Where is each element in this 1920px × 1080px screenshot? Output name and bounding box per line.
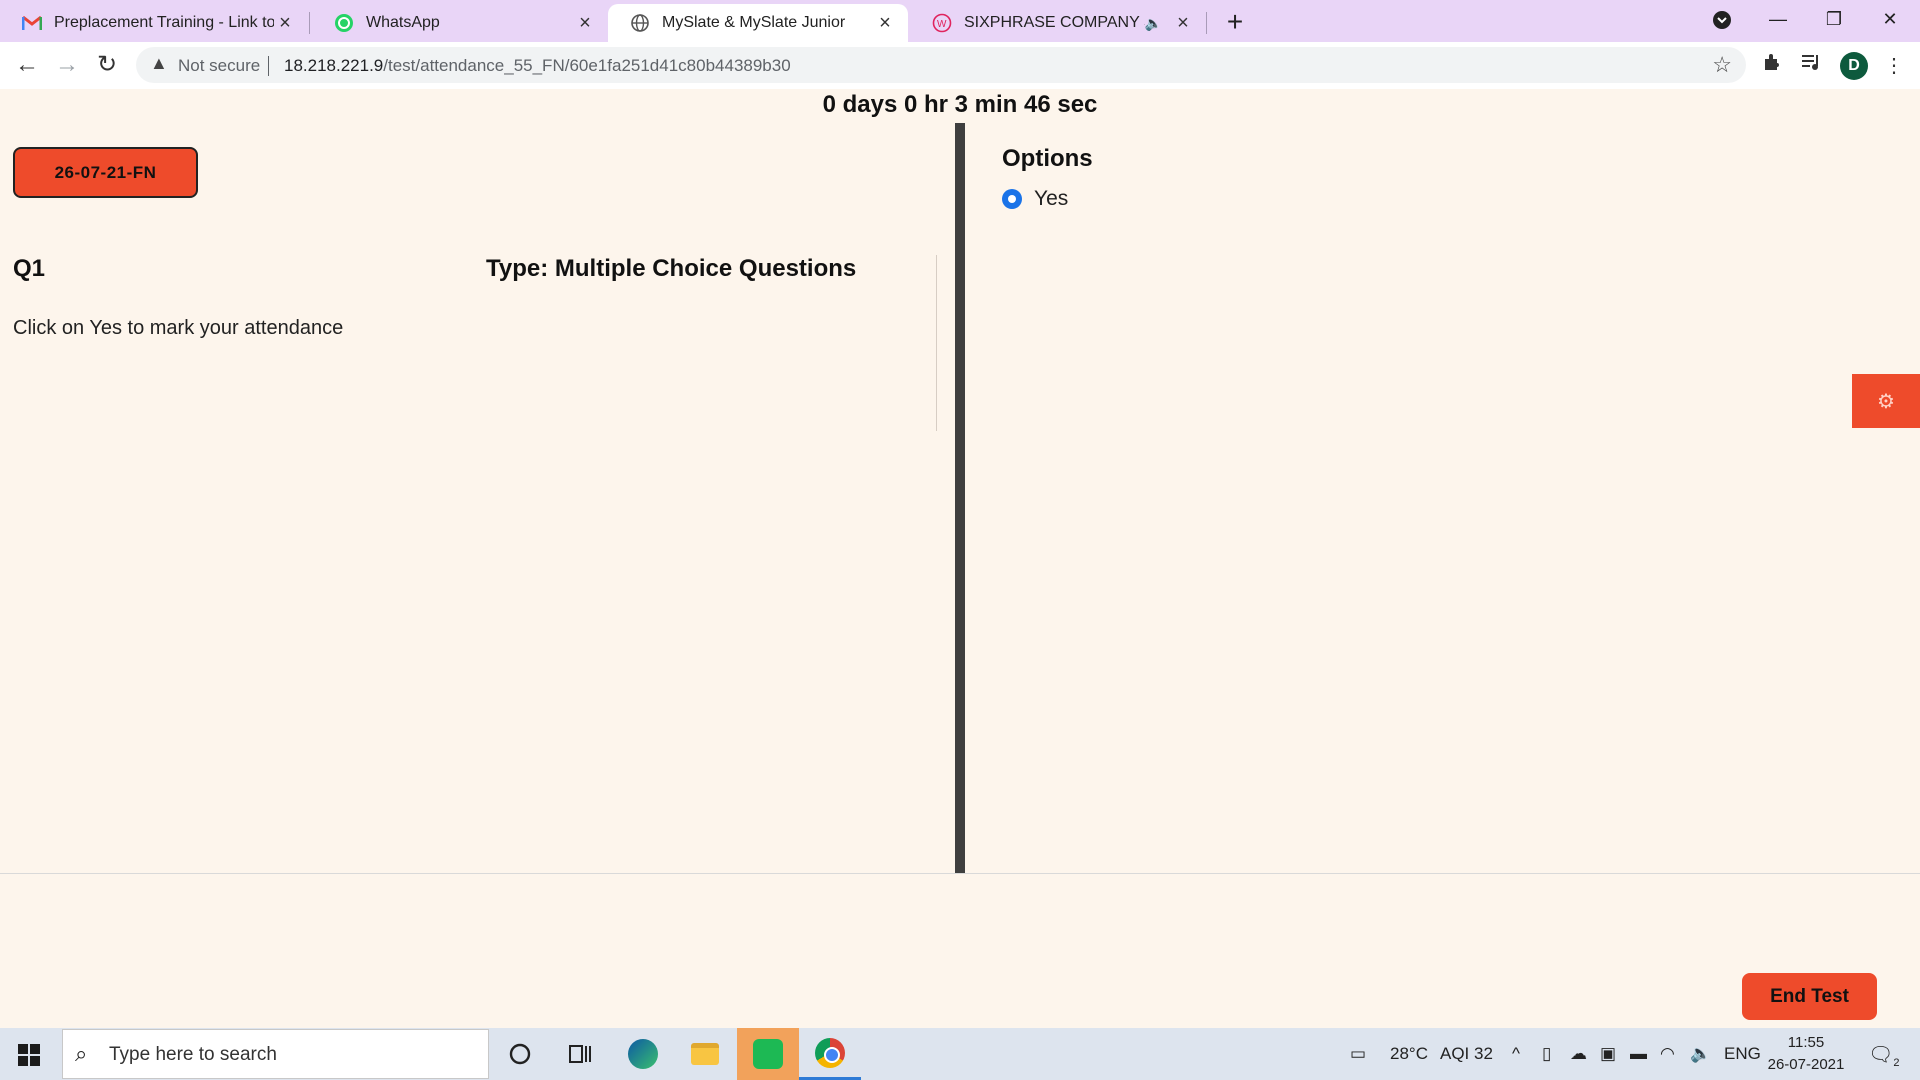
tab-title: Preplacement Training - Link to a <box>54 14 274 31</box>
minimize-icon[interactable]: — <box>1750 0 1806 40</box>
whatsapp-icon <box>334 13 354 33</box>
close-tab-icon[interactable]: × <box>274 12 296 35</box>
svg-text:W: W <box>937 19 947 30</box>
warning-icon[interactable]: ▲ <box>150 53 168 74</box>
task-view-icon[interactable] <box>549 1028 611 1080</box>
security-label[interactable]: Not secure <box>178 56 260 76</box>
option-yes[interactable]: Yes <box>1002 187 1068 211</box>
battery-icon[interactable]: ▬ <box>1630 1044 1647 1064</box>
volume-icon[interactable]: 🔈 <box>1690 1044 1711 1064</box>
close-tab-icon[interactable]: × <box>574 12 596 35</box>
settings-gear-button[interactable]: ⚙ <box>1852 374 1920 428</box>
wifi-icon[interactable]: ◠ <box>1660 1044 1675 1064</box>
close-tab-icon[interactable]: × <box>874 12 896 35</box>
option-label[interactable]: Yes <box>1034 187 1068 211</box>
close-tab-icon[interactable]: × <box>1172 12 1194 35</box>
url-host: 18.218.221.9 <box>284 56 384 75</box>
tab-separator <box>309 12 310 34</box>
tab-separator <box>1206 12 1207 34</box>
gmail-icon <box>22 13 42 33</box>
show-hidden-icons-icon[interactable]: ^ <box>1512 1044 1520 1064</box>
tab-sixphrase[interactable]: W SIXPHRASE COMPANY SPECI 🔈 × <box>910 4 1206 42</box>
url-path: /test/attendance_55_FN/60e1fa251d41c80b4… <box>383 56 791 75</box>
windows-start-icon[interactable] <box>18 1044 40 1066</box>
end-test-button[interactable]: End Test <box>1742 973 1877 1020</box>
taskbar-search-input[interactable]: ⌕ Type here to search <box>62 1029 489 1079</box>
forward-icon[interactable]: → <box>52 50 82 80</box>
question-text: Click on Yes to mark your attendance <box>13 317 344 339</box>
meet-now-icon[interactable]: ▯ <box>1542 1044 1551 1064</box>
tab-title: MySlate & MySlate Junior <box>662 14 846 31</box>
notification-count: 2 <box>1893 1057 1900 1069</box>
language-indicator[interactable]: ENG <box>1724 1044 1761 1064</box>
gear-icon: ⚙ <box>1877 390 1895 413</box>
clock-time: 11:55 <box>1787 1034 1825 1051</box>
edge-icon[interactable] <box>612 1028 674 1080</box>
extensions-icon[interactable] <box>1758 52 1786 80</box>
url-text[interactable]: 18.218.221.9/test/attendance_55_FN/60e1f… <box>284 56 791 76</box>
new-tab-button[interactable]: + <box>1220 8 1250 38</box>
question-type: Type: Multiple Choice Questions <box>486 255 857 282</box>
device-icon[interactable]: ▣ <box>1600 1044 1616 1064</box>
file-explorer-icon[interactable] <box>674 1028 736 1080</box>
tab-title: WhatsApp <box>366 14 440 31</box>
system-clock[interactable]: 11:55 26-07-2021 <box>1766 1032 1846 1076</box>
tab-myslate[interactable]: MySlate & MySlate Junior × <box>608 4 908 42</box>
windows-taskbar: ⌕ Type here to search ▭ 28°C AQI 32 ^ ▯ … <box>0 1028 1920 1080</box>
bookmark-star-icon[interactable]: ☆ <box>1712 52 1732 78</box>
weather-temp[interactable]: 28°C <box>1390 1044 1428 1064</box>
speaker-icon[interactable]: 🔈 <box>1145 15 1162 32</box>
clock-date: 26-07-2021 <box>1767 1056 1845 1073</box>
close-window-icon[interactable]: ✕ <box>1862 0 1918 40</box>
media-control-icon[interactable] <box>1798 52 1826 80</box>
globe-icon <box>630 13 650 33</box>
tab-title: SIXPHRASE COMPANY SPECI <box>964 14 1145 31</box>
tab-whatsapp[interactable]: WhatsApp × <box>312 4 608 42</box>
pane-splitter[interactable] <box>955 123 965 962</box>
test-page: 0 days 0 hr 3 min 46 sec 26-07-21-FN Q1 … <box>0 89 1920 962</box>
restore-icon[interactable]: ❐ <box>1806 0 1862 40</box>
bottom-action-bar <box>0 873 1920 963</box>
session-button[interactable]: 26-07-21-FN <box>13 147 198 198</box>
radio-button[interactable] <box>1002 189 1022 209</box>
sixphrase-icon: W <box>932 13 952 33</box>
aqi-label[interactable]: AQI 32 <box>1440 1044 1493 1064</box>
onedrive-icon[interactable]: ☁ <box>1570 1044 1587 1064</box>
browser-tab-strip: Preplacement Training - Link to a × What… <box>0 0 1920 42</box>
chrome-icon[interactable] <box>799 1028 861 1080</box>
address-bar[interactable]: ▲ Not secure 18.218.221.9/test/attendanc… <box>136 47 1746 83</box>
question-number: Q1 <box>13 255 46 282</box>
tab-search-button[interactable] <box>1694 0 1750 40</box>
tab-gmail[interactable]: Preplacement Training - Link to a × <box>0 4 308 42</box>
countdown-timer: 0 days 0 hr 3 min 46 sec <box>822 91 1098 118</box>
spotify-icon[interactable] <box>737 1028 799 1080</box>
back-icon[interactable]: ← <box>12 50 42 80</box>
profile-avatar[interactable]: D <box>1840 52 1868 80</box>
search-icon: ⌕ <box>75 1041 88 1066</box>
browser-toolbar: ← → ↻ ▲ Not secure 18.218.221.9/test/att… <box>0 42 1920 89</box>
weather-icon[interactable]: ▭ <box>1350 1044 1366 1064</box>
menu-kebab-icon[interactable]: ⋮ <box>1880 52 1908 80</box>
search-placeholder: Type here to search <box>109 1044 277 1065</box>
cortana-icon[interactable] <box>489 1028 551 1080</box>
reload-icon[interactable]: ↻ <box>92 50 122 80</box>
options-heading: Options <box>1002 145 1093 172</box>
address-divider <box>268 56 269 76</box>
notification-center-icon[interactable]: 🗨2 <box>1868 1042 1900 1069</box>
question-divider <box>936 255 937 431</box>
